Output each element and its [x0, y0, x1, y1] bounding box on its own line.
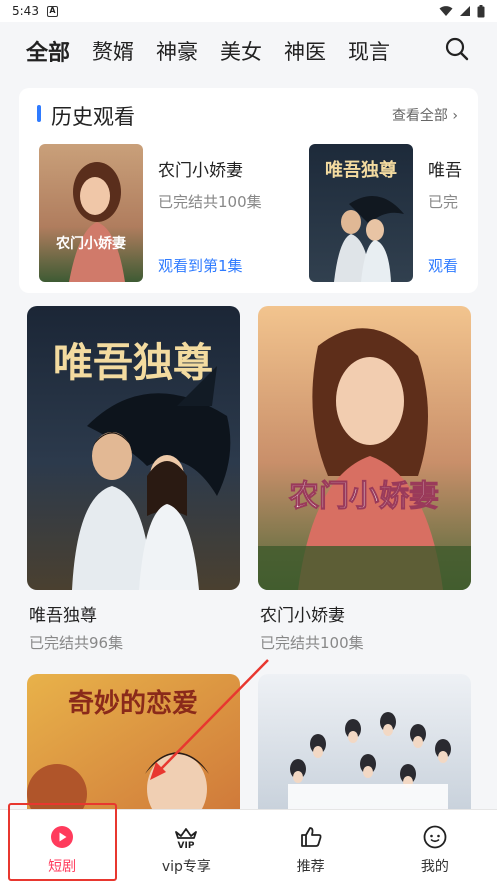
drama-title: 农门小娇妻: [260, 606, 345, 626]
history-item-progress[interactable]: 观看: [428, 255, 458, 276]
drama-card[interactable]: [258, 674, 471, 809]
thumbs-up-icon: [300, 827, 322, 847]
nav-label: 我的: [420, 859, 449, 875]
history-section: 历史观看 查看全部 › 农门小娇妻 农门小娇妻 已完结共100集 观看到第1集: [19, 88, 478, 293]
nav-item-recommend[interactable]: 推荐: [249, 810, 373, 885]
history-item[interactable]: 农门小娇妻 农门小娇妻 已完结共100集 观看到第1集: [39, 144, 289, 284]
category-tabs: 全部 赘婿 神豪 美女 神医 现言: [0, 22, 497, 80]
history-item-progress[interactable]: 观看到第1集: [158, 255, 243, 276]
wifi-icon: [439, 6, 453, 16]
tab-shenhao[interactable]: 神豪: [156, 36, 198, 66]
history-poster[interactable]: 农门小娇妻: [39, 144, 143, 282]
nav-label: 推荐: [296, 859, 325, 875]
svg-text:唯吾独尊: 唯吾独尊: [325, 159, 397, 181]
nav-item-short-drama[interactable]: 短剧: [0, 810, 124, 885]
vip-crown-icon: VIP: [175, 828, 198, 850]
smile-face-icon: [423, 825, 447, 849]
chevron-right-icon: ›: [452, 108, 458, 124]
status-time: 5:43: [12, 4, 39, 18]
nav-label: vip专享: [161, 859, 211, 875]
tab-all[interactable]: 全部: [26, 35, 70, 67]
drama-poster[interactable]: [258, 674, 471, 809]
battery-icon: [477, 4, 485, 17]
drama-card[interactable]: 唯吾独尊 唯吾独尊 已完结共96集: [27, 306, 240, 656]
notification-a-icon: A: [46, 5, 58, 17]
nav-item-mine[interactable]: 我的: [373, 810, 497, 885]
drama-status: 已完结共100集: [260, 634, 364, 652]
status-bar: 5:43 A: [0, 0, 497, 22]
history-header: 历史观看 查看全部 ›: [19, 100, 478, 130]
drama-title: 唯吾独尊: [29, 606, 97, 626]
drama-card[interactable]: 农门小娇妻 农门小娇妻 已完结共100集: [258, 306, 471, 656]
nav-label: 短剧: [48, 859, 77, 875]
play-icon: [51, 826, 74, 848]
tab-xianyan[interactable]: 现言: [348, 36, 390, 66]
tab-shenyi[interactable]: 神医: [284, 36, 326, 66]
section-accent-bar: [37, 105, 41, 122]
drama-poster[interactable]: 农门小娇妻: [258, 306, 471, 590]
bottom-nav: 短剧 VIP vip专享 推荐 我的: [0, 809, 497, 885]
history-poster[interactable]: 唯吾独尊: [309, 144, 413, 282]
search-icon[interactable]: [445, 37, 469, 61]
signal-icon: [460, 6, 470, 16]
history-item-title: 唯吾: [428, 161, 462, 181]
nav-item-vip[interactable]: VIP vip专享: [124, 810, 248, 885]
history-item-episodes: 已完结共100集: [158, 193, 262, 211]
tab-zhuixu[interactable]: 赘婿: [92, 36, 134, 66]
svg-text:奇妙的恋爱: 奇妙的恋爱: [68, 688, 198, 719]
history-item[interactable]: 唯吾独尊 唯吾 已完 观看: [309, 144, 478, 284]
drama-status: 已完结共96集: [29, 634, 124, 652]
drama-card[interactable]: 奇妙的恋爱: [27, 674, 240, 809]
tab-meinv[interactable]: 美女: [220, 36, 262, 66]
history-title: 历史观看: [51, 105, 135, 129]
svg-text:唯吾独尊: 唯吾独尊: [53, 339, 213, 386]
view-all-link[interactable]: 查看全部 ›: [392, 105, 458, 125]
svg-text:VIP: VIP: [178, 841, 195, 850]
drama-poster[interactable]: 奇妙的恋爱: [27, 674, 240, 809]
history-item-episodes: 已完: [428, 193, 459, 211]
drama-poster[interactable]: 唯吾独尊: [27, 306, 240, 590]
app-screen: 5:43 A 全部 赘婿 神豪 美女 神医 现言 历史观看 查看全部 › 农门小…: [0, 0, 497, 885]
svg-text:农门小娇妻: 农门小娇妻: [288, 479, 439, 514]
history-item-title: 农门小娇妻: [158, 161, 243, 181]
svg-text:农门小娇妻: 农门小娇妻: [55, 235, 126, 252]
